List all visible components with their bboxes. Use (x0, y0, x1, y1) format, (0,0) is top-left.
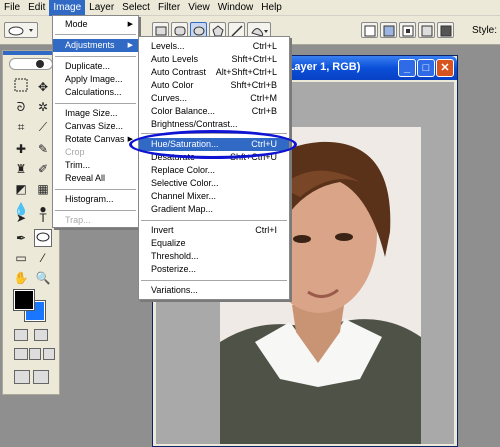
exclude-area-icon (440, 25, 452, 37)
menu-edit[interactable]: Edit (24, 0, 49, 16)
clone-stamp-icon[interactable]: ♜ (12, 160, 30, 178)
menu-separator (141, 220, 287, 221)
menu-help[interactable]: Help (257, 0, 286, 16)
menu-file[interactable]: File (0, 0, 24, 16)
menu-separator (55, 210, 136, 211)
menu-item-auto-color[interactable]: Auto Color Shft+Ctrl+B (139, 79, 289, 92)
menu-item-mode[interactable]: Mode ▶ (53, 18, 138, 31)
menu-item-duplicate[interactable]: Duplicate... (53, 60, 138, 73)
add-mode[interactable] (380, 22, 397, 38)
menu-item-canvas-size[interactable]: Canvas Size... (53, 120, 138, 133)
menu-item-variations[interactable]: Variations... (139, 284, 289, 297)
screen-mode-standard-icon[interactable] (14, 348, 28, 360)
menu-item-crop: Crop (65, 147, 85, 157)
magic-wand-icon[interactable]: ✲ (34, 98, 52, 116)
menu-item-auto-contrast[interactable]: Auto Contrast Alt+Shft+Ctrl+L (139, 66, 289, 79)
add-area-icon (383, 25, 395, 37)
menu-item-trap: Trap... (65, 215, 91, 225)
menu-item-curves[interactable]: Curves... Ctrl+M (139, 92, 289, 105)
foreground-color-swatch[interactable] (13, 289, 35, 311)
menu-bar: File Edit Image Layer Select Filter View… (0, 0, 500, 16)
minimize-button[interactable]: _ (398, 59, 416, 77)
menu-item-rotate-canvas[interactable]: Rotate Canvas ▶ (53, 133, 138, 146)
healing-brush-icon[interactable]: ✚ (12, 140, 30, 158)
new-layer-mode[interactable] (361, 22, 378, 38)
gradient-tool-icon[interactable]: ▦ (34, 180, 52, 198)
exclude-mode[interactable] (437, 22, 454, 38)
toolbox-grip[interactable] (3, 51, 59, 55)
menu-view[interactable]: View (184, 0, 214, 16)
new-layer-icon (364, 25, 376, 37)
menu-item-posterize[interactable]: Posterize... (139, 263, 289, 276)
subtract-area-icon (402, 25, 414, 37)
crop-tool-icon[interactable]: ⌗ (12, 118, 30, 136)
menu-window[interactable]: Window (214, 0, 258, 16)
menu-item-histogram[interactable]: Histogram... (53, 193, 138, 206)
menu-item-apply-image[interactable]: Apply Image... (53, 73, 138, 86)
menu-item-trim[interactable]: Trim... (53, 159, 138, 172)
eyedropper-icon[interactable]: ⁄ (34, 249, 52, 267)
imageready-icon[interactable] (33, 370, 49, 384)
jump-to-imageready-icon[interactable] (14, 370, 30, 384)
style-label: Style: (472, 25, 498, 36)
menu-item-invert[interactable]: Invert Ctrl+I (139, 224, 289, 237)
menu-item-auto-levels[interactable]: Auto Levels Shft+Ctrl+L (139, 53, 289, 66)
document-title: (Layer 1, RGB) (284, 61, 361, 73)
menu-layer[interactable]: Layer (85, 0, 118, 16)
type-tool-icon[interactable]: T (34, 209, 52, 227)
menu-item-equalize[interactable]: Equalize (139, 237, 289, 250)
menu-item-replace-color[interactable]: Replace Color... (139, 164, 289, 177)
path-arrow-icon[interactable]: ➤ (12, 209, 30, 227)
notes-tool-icon[interactable]: ▭ (12, 249, 30, 267)
menu-select[interactable]: Select (118, 0, 154, 16)
quick-mask-icon[interactable] (34, 329, 48, 341)
marquee-tool-icon[interactable] (12, 78, 30, 96)
subtract-mode[interactable] (399, 22, 416, 38)
menu-separator (55, 189, 136, 190)
slice-tool-icon[interactable]: ⟋ (34, 118, 52, 136)
menu-item-image-size[interactable]: Image Size... (53, 107, 138, 120)
menu-item-adjustments[interactable]: Adjustments ▶ (53, 39, 138, 52)
screen-mode-full-icon[interactable] (43, 348, 55, 360)
history-brush-icon[interactable]: ✐ (34, 160, 52, 178)
menu-separator (55, 34, 136, 35)
menu-item-channel-mixer[interactable]: Channel Mixer... (139, 190, 289, 203)
menu-item-color-balance[interactable]: Color Balance... Ctrl+B (139, 105, 289, 118)
tool-preset-picker[interactable] (4, 22, 38, 38)
lasso-tool-icon[interactable]: ᘐ (12, 98, 30, 116)
maximize-button[interactable]: □ (417, 59, 435, 77)
pen-tool-icon[interactable]: ✒ (12, 229, 30, 247)
menu-separator (55, 56, 136, 57)
annotation-ellipse (129, 130, 297, 159)
ellipse-preset-icon (8, 26, 33, 36)
menu-image[interactable]: Image (49, 0, 86, 16)
menu-item-threshold[interactable]: Threshold... (139, 250, 289, 263)
close-button[interactable]: ✕ (436, 59, 454, 77)
menu-item-reveal-all[interactable]: Reveal All (53, 172, 138, 185)
intersect-area-icon (421, 25, 433, 37)
adjustments-submenu: Levels... Ctrl+L Auto Levels Shft+Ctrl+L A… (138, 36, 290, 300)
screen-mode-menubar-icon[interactable] (29, 348, 41, 360)
menu-item-gradient-map[interactable]: Gradient Map... (139, 203, 289, 216)
move-tool-icon[interactable]: ✥ (34, 78, 52, 96)
hand-tool-icon[interactable]: ✋ (12, 269, 30, 287)
zoom-tool-icon[interactable]: 🔍 (34, 269, 52, 287)
menu-separator (55, 103, 136, 104)
menu-filter[interactable]: Filter (154, 0, 184, 16)
photoshop-logo-icon[interactable] (9, 58, 53, 70)
ellipse-shape-tool-icon[interactable] (34, 229, 52, 247)
menu-item-levels[interactable]: Levels... Ctrl+L (139, 40, 289, 53)
eraser-tool-icon[interactable]: ◩ (12, 180, 30, 198)
menu-item-selective-color[interactable]: Selective Color... (139, 177, 289, 190)
image-menu-dropdown: Mode ▶ Adjustments ▶ Duplicate... Apply Im… (52, 15, 139, 228)
intersect-mode[interactable] (418, 22, 435, 38)
menu-separator (141, 280, 287, 281)
brush-tool-icon[interactable]: ✎ (34, 140, 52, 158)
standard-mode-icon[interactable] (14, 329, 28, 341)
menu-item-calculations[interactable]: Calculations... (53, 86, 138, 99)
